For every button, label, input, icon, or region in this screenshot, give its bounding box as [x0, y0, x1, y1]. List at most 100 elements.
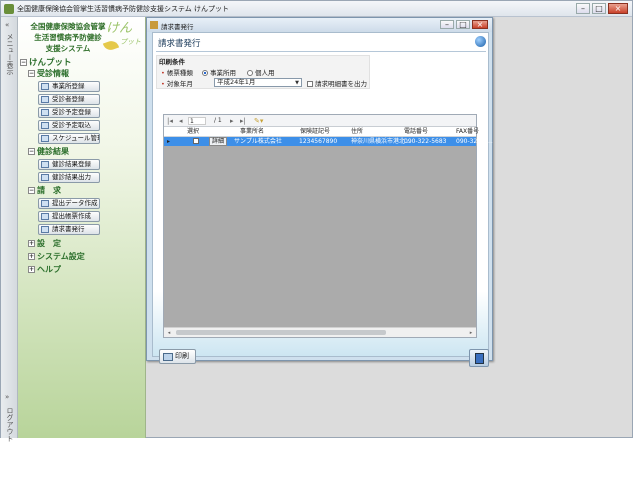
disk-icon — [41, 200, 49, 207]
form-icon — [41, 161, 49, 168]
print-conditions-panel: 印刷条件 • 帳票種類 事業所用 個人用 • 対象年月 平成24年1月 ▼ 請求明細書… — [156, 55, 370, 89]
tree-group-label: 設 定 — [37, 239, 61, 248]
button-label: 健診結果登録 — [52, 160, 91, 168]
exit-button[interactable] — [469, 349, 489, 367]
collapse-icon[interactable]: − — [28, 187, 35, 194]
row-select-checkbox[interactable] — [193, 138, 199, 144]
column-header[interactable]: 電話番号 — [404, 127, 428, 137]
grid-pager: |◂ ◂ 1 / 1 ▸ ▸| ✎▾ — [164, 115, 476, 127]
dialog-maximize-button[interactable]: □ — [456, 20, 470, 29]
logo-text: 全国健康保険協会管掌 生活習慣病予防健診 支援システム — [22, 21, 114, 54]
column-header[interactable]: 保険証記号 — [300, 127, 330, 137]
minimize-button[interactable]: – — [576, 3, 590, 14]
maximize-button[interactable]: □ — [592, 3, 606, 14]
scroll-right-icon[interactable]: ▸ — [467, 329, 475, 337]
form-icon — [41, 83, 49, 90]
required-bullet-icon: • — [161, 80, 165, 88]
dialog-icon — [150, 21, 158, 29]
dialog-title-bar: 請求書発行 – □ × — [147, 18, 492, 32]
door-exit-icon — [475, 353, 484, 364]
target-month-value: 平成24年1月 — [217, 78, 256, 86]
tree-group-system-settings[interactable]: + システム設定 — [28, 251, 85, 262]
button-label: 受診予定登録 — [52, 108, 91, 116]
app-icon — [4, 4, 14, 14]
horizontal-scrollbar[interactable]: ◂ ▸ — [164, 327, 476, 337]
first-page-icon[interactable]: |◂ — [167, 115, 173, 127]
next-page-icon[interactable]: ▸ — [230, 115, 234, 127]
button-label: 健診結果出力 — [52, 173, 91, 181]
result-register-button[interactable]: 健診結果登録 — [38, 159, 100, 170]
table-row[interactable]: ▸ 詳細 サンプル株式会社 1234567890 神奈川県横浜市港北... 09… — [164, 137, 493, 146]
tree-group-billing[interactable]: − 請 求 — [28, 185, 61, 196]
scrollbar-thumb[interactable] — [176, 330, 386, 335]
column-header[interactable]: 住所 — [351, 127, 363, 137]
column-header[interactable]: 選択 — [187, 127, 199, 137]
collapse-icon[interactable]: − — [28, 70, 35, 77]
tree-group-help[interactable]: + ヘルプ — [28, 264, 61, 275]
tree-root[interactable]: − けんプット — [20, 56, 72, 68]
detail-button[interactable]: 詳細 — [209, 137, 228, 146]
invoice-issue-button[interactable]: 請求書発行 — [38, 224, 100, 235]
dialog-close-button[interactable]: × — [472, 20, 488, 29]
column-header[interactable]: FAX番号 — [456, 127, 479, 137]
logo-line-1: 全国健康保険協会管掌 — [30, 22, 106, 31]
dialog-body: 請求書発行 印刷条件 • 帳票種類 事業所用 個人用 • 対象年月 平成24年1月 ▼… — [152, 32, 493, 367]
last-page-icon[interactable]: ▸| — [240, 115, 246, 127]
office-register-button[interactable]: 事業所登録 — [38, 81, 100, 92]
dropdown-arrow-icon[interactable]: ▼ — [294, 80, 300, 86]
target-month-label: • 対象年月 — [161, 78, 193, 88]
radio-selected-icon[interactable] — [202, 70, 208, 76]
dialog-title: 請求書発行 — [161, 23, 194, 31]
detail-output-checkbox[interactable]: 請求明細書を出力 — [307, 78, 367, 88]
cell-office-name: サンプル株式会社 — [234, 138, 282, 145]
tree-group-label: 受診情報 — [37, 69, 69, 78]
expand-icon[interactable]: + — [28, 240, 35, 247]
menu-display-label: メニュー表示 — [6, 33, 14, 75]
cell-address: 神奈川県横浜市港北... — [351, 138, 411, 145]
dialog-minimize-button[interactable]: – — [440, 20, 454, 29]
scroll-left-icon[interactable]: ◂ — [165, 329, 173, 337]
expand-icon[interactable]: + — [28, 266, 35, 273]
submit-data-create-button[interactable]: 提出データ作成 — [38, 198, 100, 209]
checkbox-icon[interactable] — [307, 81, 313, 87]
close-button[interactable]: × — [608, 3, 628, 14]
help-icon[interactable] — [475, 36, 486, 47]
form-type-office-radio[interactable]: 事業所用 — [202, 67, 236, 77]
print-button[interactable]: 印刷 — [159, 349, 196, 364]
target-month-select[interactable]: 平成24年1月 ▼ — [214, 78, 302, 87]
target-month-label-text: 対象年月 — [166, 80, 193, 88]
button-label: 提出データ作成 — [52, 199, 98, 207]
tree-group-label: システム設定 — [37, 252, 85, 261]
expand-icon[interactable]: + — [28, 253, 35, 260]
invoice-dialog: 請求書発行 – □ × 請求書発行 印刷条件 • 帳票種類 事業所用 個人用 • 対… — [146, 17, 493, 367]
logout-label: ログアウト — [6, 407, 14, 442]
collapse-icon[interactable]: − — [28, 148, 35, 155]
menu-collapse-panel[interactable]: « メニュー表示 » ログアウト — [1, 17, 18, 442]
form-type-personal-radio[interactable]: 個人用 — [247, 67, 275, 77]
import-icon — [41, 122, 49, 129]
dialog-window-controls: – □ × — [440, 20, 488, 29]
cell-insurance-symbol: 1234567890 — [299, 138, 338, 145]
tools-icon[interactable]: ✎▾ — [254, 115, 263, 127]
tree-group-visit-info[interactable]: − 受診情報 — [28, 68, 69, 79]
result-output-button[interactable]: 健診結果出力 — [38, 172, 100, 183]
app-window: 全国健康保険協会管掌生活習慣病予防健診支援システム けんプット – □ × « … — [0, 0, 633, 442]
tree-group-settings[interactable]: + 設 定 — [28, 238, 61, 249]
logout-button[interactable]: » ログアウト — [1, 393, 18, 449]
page-number-input[interactable]: 1 — [188, 117, 206, 125]
tree-group-results[interactable]: − 健診結果 — [28, 146, 69, 157]
printer-icon — [163, 353, 173, 361]
column-header[interactable]: 事業所名 — [240, 127, 264, 137]
visit-schedule-register-button[interactable]: 受診予定登録 — [38, 107, 100, 118]
examinee-register-button[interactable]: 受診者登録 — [38, 94, 100, 105]
page-total: / 1 — [214, 117, 222, 124]
row-indicator-icon: ▸ — [167, 138, 171, 145]
visit-schedule-import-button[interactable]: 受診予定取込 — [38, 120, 100, 131]
logo-line-2: 生活習慣病予防健診 — [34, 33, 102, 42]
radio-icon[interactable] — [247, 70, 253, 76]
collapse-arrow-icon[interactable]: « — [5, 21, 9, 29]
collapse-icon[interactable]: − — [20, 59, 27, 66]
schedule-manage-button[interactable]: スケジュール管理 — [38, 133, 100, 144]
prev-page-icon[interactable]: ◂ — [179, 115, 183, 127]
submit-form-create-button[interactable]: 提出帳票作成 — [38, 211, 100, 222]
